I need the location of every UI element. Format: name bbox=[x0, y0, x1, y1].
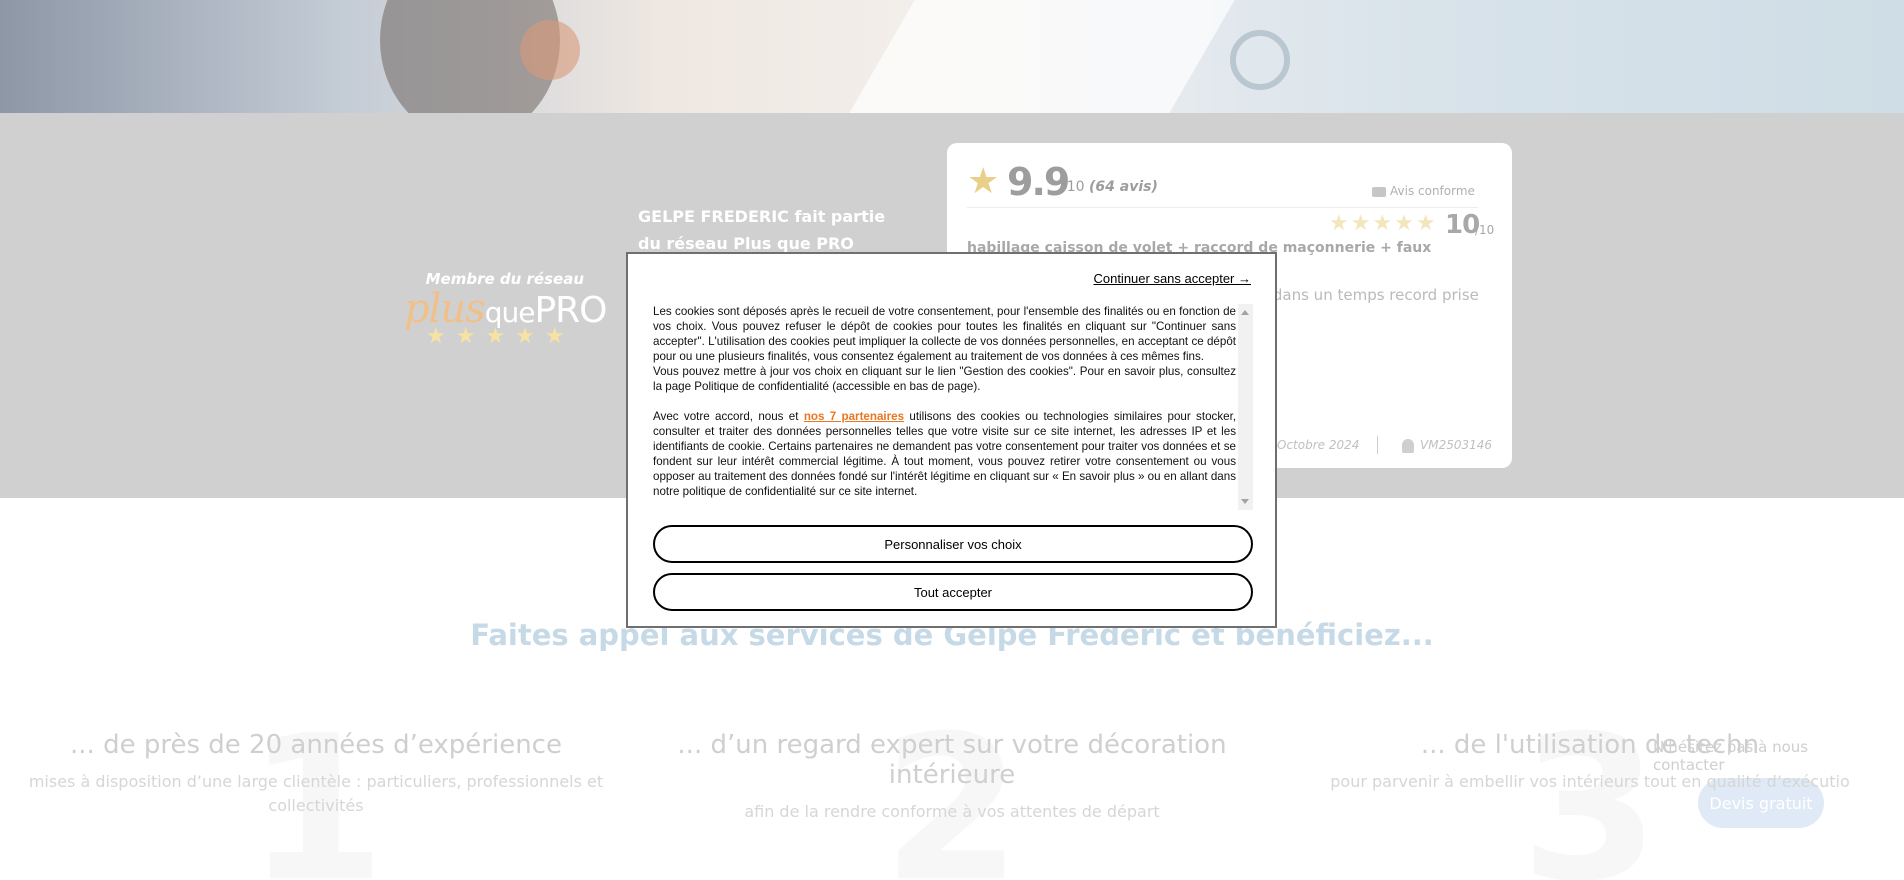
hero-shape bbox=[1230, 30, 1290, 90]
network-title: GELPE FREDERIC fait partie du réseau Plu… bbox=[638, 207, 886, 253]
review-date: Octobre 2024 bbox=[1277, 438, 1360, 452]
customize-choices-button[interactable]: Personnaliser vos choix bbox=[653, 525, 1253, 563]
hero-shape bbox=[520, 20, 580, 80]
feature-expertise: 2 ... d’un regard expert sur votre décor… bbox=[662, 710, 1242, 880]
check-badge-icon bbox=[1372, 186, 1386, 197]
scrollbar-thumb[interactable] bbox=[1240, 322, 1251, 482]
cookie-paragraph: Les cookies sont déposés après le recuei… bbox=[653, 305, 1236, 363]
cookie-text-scroll[interactable]: Les cookies sont déposés après le recuei… bbox=[653, 304, 1236, 510]
feature-title: ... d’un regard expert sur votre décorat… bbox=[677, 730, 1227, 790]
review-user: VM2503146 bbox=[1402, 438, 1492, 453]
cookie-paragraph: Avec votre accord, nous et nos 7 partena… bbox=[653, 409, 1236, 499]
scroll-up-arrow-icon[interactable] bbox=[1241, 310, 1249, 315]
accept-all-button[interactable]: Tout accepter bbox=[653, 573, 1253, 611]
feature-description: mises à disposition d’une large clientèl… bbox=[28, 772, 604, 815]
divider bbox=[967, 207, 1478, 208]
rating-score: 9.9 bbox=[1007, 160, 1070, 204]
plusquepro-logo: Membre du réseau plusquePRO ★★★★★ bbox=[404, 270, 608, 350]
logo-stars: ★★★★★ bbox=[426, 324, 575, 349]
cookie-consent-dialog: Continuer sans accepter → Les cookies so… bbox=[626, 252, 1277, 628]
cookie-paragraph: Vous pouvez mettre à jour vos choix en c… bbox=[653, 365, 1236, 393]
feature-title: ... de l'utilisation de techn bbox=[1420, 730, 1760, 760]
user-icon bbox=[1402, 438, 1414, 453]
cookie-text: utilisons des cookies ou technologies si… bbox=[653, 410, 1236, 498]
hero-image bbox=[0, 0, 1904, 113]
divider bbox=[1377, 436, 1378, 454]
review-user-id: VM2503146 bbox=[1420, 438, 1493, 452]
feature-title: ... de près de 20 années d’expérience bbox=[70, 730, 562, 760]
review-stars: ★★★★★ bbox=[1329, 211, 1438, 236]
star-icon: ★ bbox=[967, 161, 1000, 202]
review-note-denominator: /10 bbox=[1475, 223, 1495, 237]
rating-denominator: /10 bbox=[1062, 179, 1085, 195]
feature-description: pour parvenir à embellir vos intérieurs … bbox=[1330, 772, 1850, 791]
feature-description: afin de la rendre conforme à vos attente… bbox=[744, 802, 1160, 821]
scroll-down-arrow-icon[interactable] bbox=[1241, 499, 1249, 504]
partners-link[interactable]: nos 7 partenaires bbox=[804, 410, 904, 423]
continue-without-accepting-link[interactable]: Continuer sans accepter → bbox=[1093, 271, 1251, 286]
feature-experience: 1 ... de près de 20 années d’expérience … bbox=[26, 710, 606, 880]
cookie-text: Avec votre accord, nous et bbox=[653, 410, 804, 423]
hero-shape bbox=[833, 0, 1247, 113]
conform-badge: Avis conforme bbox=[1372, 184, 1475, 198]
review-count: (64 avis) bbox=[1089, 179, 1158, 195]
conform-label: Avis conforme bbox=[1390, 184, 1475, 198]
cookie-scrollbar[interactable] bbox=[1238, 304, 1253, 510]
